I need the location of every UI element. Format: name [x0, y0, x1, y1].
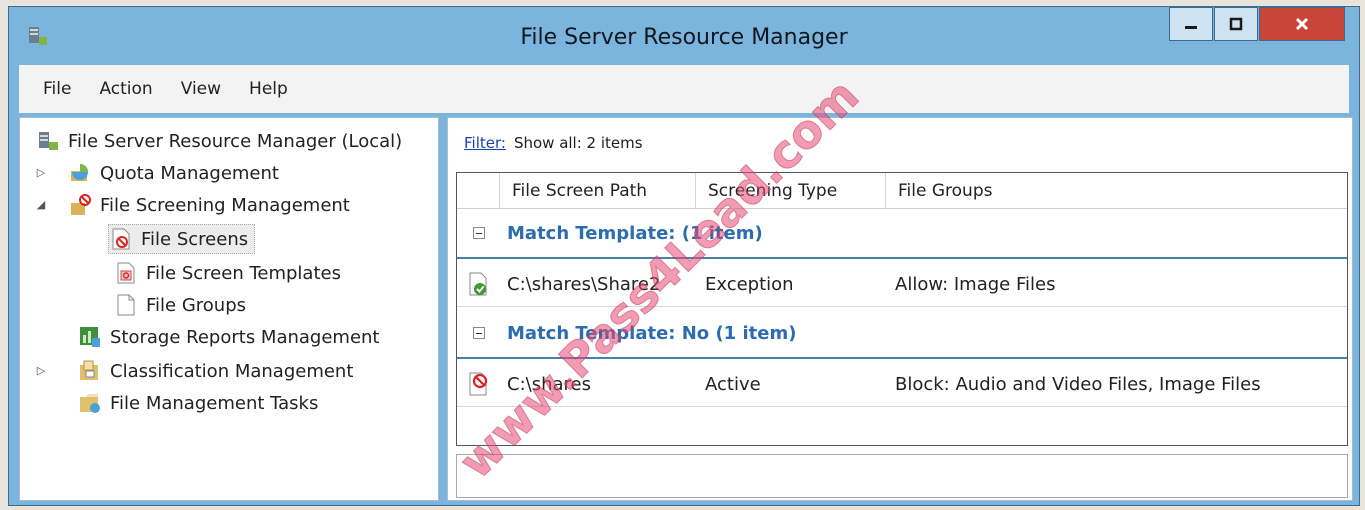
column-header-groups[interactable]: File Groups — [885, 173, 1347, 209]
tree-item-label: File Screen Templates — [146, 262, 341, 284]
maximize-button[interactable] — [1214, 7, 1258, 41]
tree-item-label: File Groups — [146, 294, 247, 316]
column-header-path[interactable]: File Screen Path — [499, 173, 695, 209]
file-screens-list: File Screen Path Screening Type File Gro… — [456, 172, 1348, 446]
filter-link[interactable]: Filter: — [464, 134, 506, 152]
expand-arrow-icon[interactable]: ▷ — [34, 166, 48, 179]
server-icon — [39, 132, 58, 150]
template-icon — [117, 262, 135, 284]
app-window: File Server Resource Manager File Action… — [8, 6, 1360, 506]
column-header-row: File Screen Path Screening Type File Gro… — [457, 173, 1347, 209]
tree-item-file-screening[interactable]: File Screening Management — [68, 190, 350, 220]
tree-item-file-management-tasks[interactable]: File Management Tasks — [78, 388, 318, 418]
group-header[interactable]: Match Template: (1 item) — [457, 209, 1347, 259]
tree-item-label: File Management Tasks — [110, 392, 319, 414]
exception-check-icon — [469, 272, 487, 296]
icon-column-header[interactable] — [457, 173, 499, 209]
group-label: Match Template: (1 item) — [507, 222, 763, 244]
tree-root[interactable]: File Server Resource Manager (Local) — [36, 126, 402, 156]
table-row[interactable]: C:\shares Active Block: Audio and Video … — [457, 361, 1347, 407]
quota-icon — [71, 164, 88, 181]
classification-icon — [80, 360, 98, 380]
tree-item-label: File Screens — [141, 228, 249, 250]
blocked-screen-icon — [469, 372, 488, 396]
file-tasks-icon — [80, 394, 100, 413]
cell-type: Exception — [705, 273, 794, 295]
tree-item-file-screens[interactable]: File Screens — [108, 224, 256, 254]
tree-item-file-groups[interactable]: File Groups — [114, 290, 246, 320]
menu-view[interactable]: View — [181, 79, 221, 99]
maximize-icon — [1229, 17, 1243, 31]
file-groups-icon — [117, 294, 135, 316]
filter-bar: Filter: Show all: 2 items — [448, 118, 1352, 168]
expand-arrow-icon[interactable]: ▷ — [34, 364, 48, 377]
tree-item-label: Classification Management — [110, 360, 354, 382]
cell-groups: Allow: Image Files — [895, 273, 1056, 295]
status-bar — [456, 454, 1348, 498]
cell-path: C:\shares — [507, 373, 591, 395]
filter-summary: Show all: 2 items — [513, 134, 643, 152]
group-header[interactable]: Match Template: No (1 item) — [457, 309, 1347, 359]
window-title: File Server Resource Manager — [520, 25, 848, 50]
table-row[interactable]: C:\shares\Share2 Exception Allow: Image … — [457, 261, 1347, 307]
navigation-tree: File Server Resource Manager (Local) ▷ Q… — [19, 117, 439, 501]
tree-item-quota[interactable]: Quota Management — [68, 158, 279, 188]
title-bar[interactable]: File Server Resource Manager — [9, 7, 1359, 65]
tree-root-label: File Server Resource Manager (Local) — [68, 130, 403, 152]
menu-bar: File Action View Help — [19, 65, 1349, 113]
menu-action[interactable]: Action — [99, 79, 152, 99]
tree-item-storage-reports[interactable]: Storage Reports Management — [78, 322, 380, 352]
menu-file[interactable]: File — [43, 79, 71, 99]
minimize-icon — [1185, 26, 1197, 29]
minimize-button[interactable] — [1169, 7, 1213, 41]
tree-item-classification[interactable]: Classification Management — [78, 356, 353, 386]
storage-reports-icon — [80, 327, 100, 347]
cell-groups: Block: Audio and Video Files, Image File… — [895, 373, 1261, 395]
cell-type: Active — [705, 373, 761, 395]
tree-item-file-screen-templates[interactable]: File Screen Templates — [114, 258, 341, 288]
tree-item-label: Storage Reports Management — [110, 326, 380, 348]
group-label: Match Template: No (1 item) — [507, 322, 797, 344]
file-screening-icon — [71, 194, 91, 215]
file-screens-icon — [112, 228, 130, 250]
tree-item-label: File Screening Management — [100, 194, 350, 216]
cell-path: C:\shares\Share2 — [507, 273, 661, 295]
collapse-arrow-icon[interactable]: ◢ — [34, 198, 48, 211]
column-header-type[interactable]: Screening Type — [695, 173, 885, 209]
results-pane: Filter: Show all: 2 items File Screen Pa… — [447, 117, 1353, 501]
close-icon — [1295, 17, 1309, 31]
tree-item-label: Quota Management — [100, 162, 279, 184]
close-button[interactable] — [1259, 7, 1345, 41]
collapse-group-icon[interactable] — [473, 327, 485, 339]
menu-help[interactable]: Help — [249, 79, 288, 99]
collapse-group-icon[interactable] — [473, 227, 485, 239]
